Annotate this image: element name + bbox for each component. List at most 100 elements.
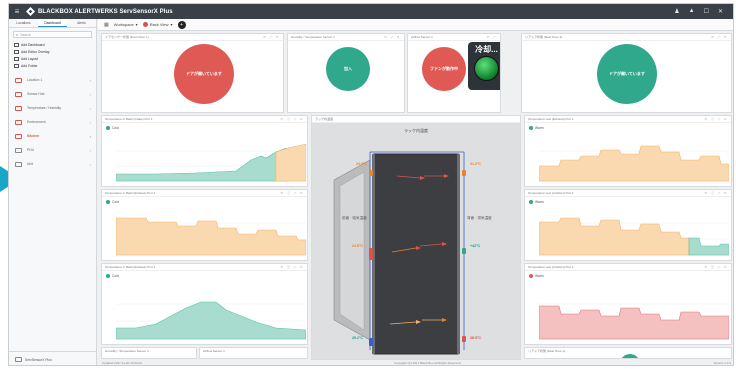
chart-panel-right-top: Temperature rear (Exhaust) Port 1 ⟳ ⓘ ⤢ ✕… [524, 115, 732, 187]
temperature-chart [539, 145, 729, 182]
user-icon[interactable]: ♟ [674, 8, 679, 15]
status-dot-icon [142, 22, 148, 27]
panel-controls-icon[interactable]: ⟳ ⤢ ✕ [711, 34, 728, 40]
panel-controls-icon[interactable]: ⟳ ⓘ ⤢ ✕ [281, 190, 304, 196]
panel-title: Temperature rear (Exhaust) Port 1 [528, 117, 574, 121]
device-icon [15, 77, 22, 83]
mini-panel: リアドア状態 (Rear Door 1) [524, 347, 732, 359]
panel-title: Humidity / Temperature Sensor 1 [105, 349, 149, 353]
device-icon [15, 105, 22, 111]
door-panel-rear: リアドア状態 (Rear Door 1) ⟳ ⤢ ✕ ドアが開いています [521, 33, 732, 113]
rack-diagram [333, 151, 466, 355]
footer: Updated 2017-11-20 10:00:00 Copyright (C… [98, 359, 733, 365]
airflow-status-circle: ファンが動作中 [422, 47, 466, 91]
panel-controls-icon[interactable]: ⟳ ⤢ [487, 34, 497, 40]
chart-legend: Warm [529, 200, 544, 204]
temperature-chart [116, 143, 306, 182]
device-label: PDU [27, 148, 34, 152]
status-text: ドアが開いています [609, 71, 645, 76]
cooling-label: 冷却... [475, 45, 498, 54]
device-item-selected[interactable]: Kitchen › [9, 129, 96, 143]
device-icon [15, 133, 22, 139]
footer-left: Updated 2017-11-20 10:00:00 [102, 361, 142, 365]
legend-dot-icon [106, 200, 110, 204]
add-icon[interactable]: + [177, 20, 186, 29]
chevron-right-icon: › [89, 91, 91, 97]
tab-dashboard[interactable]: Dashboard [38, 19, 67, 27]
device-item[interactable]: Environment › [9, 115, 96, 129]
chevron-right-icon: › [89, 77, 91, 83]
device-label: Sensor Hub [27, 92, 45, 96]
legend-label: Warm [535, 274, 544, 278]
layout-icon [14, 56, 19, 61]
rear-door-status-circle: ドアが開いています [597, 44, 657, 104]
device-item[interactable]: Location 1 › [9, 73, 96, 87]
tab-locations[interactable]: Locations [9, 19, 38, 27]
device-icon [15, 91, 22, 97]
device-icon [15, 161, 22, 167]
app-window: ≡ BLACKBOX ALERTWERKS ServSensorX Plus ♟… [8, 3, 734, 366]
device-list: Location 1 › Sensor Hub › Temperature / Hu… [9, 73, 96, 171]
sidebar-item-add-editor[interactable]: Add Editor Overlay [9, 48, 96, 55]
device-label: Temperature / Humidity [27, 106, 62, 110]
status-text: ドアが開いています [186, 71, 222, 76]
location-selector[interactable]: Workspace ▾ [114, 22, 138, 27]
sidebar-item-add-folder[interactable]: Add Folder [9, 62, 96, 69]
status-label: Rack View [149, 22, 169, 27]
search-icon: ⌕ [16, 32, 19, 37]
green-light-icon [474, 56, 499, 81]
panel-controls-icon[interactable]: ⟳ ⤢ ✕ [384, 34, 401, 40]
sidebar-footer[interactable]: ServSensorX Plus [9, 351, 97, 365]
panel-controls-icon[interactable]: ⟳ ⓘ ⤢ ✕ [705, 190, 728, 196]
panel-controls-icon[interactable]: ⟳ ⓘ ⤢ ✕ [705, 264, 728, 270]
panel-title: リアドア状態 (Rear Door 1) [528, 349, 566, 353]
chart-legend: Warm [529, 274, 544, 278]
legend-dot-icon [529, 126, 533, 130]
chevron-right-icon: › [89, 105, 91, 111]
panel-controls-icon[interactable]: ⟳ ⓘ ⤢ ✕ [281, 264, 304, 270]
panel-title: Airflow Sensor 1 [411, 35, 433, 39]
panel-controls-icon[interactable]: ⟳ ⤢ ✕ [263, 34, 280, 40]
sidebar-item-add-dashboard[interactable]: Add Dashboard [9, 41, 96, 48]
mini-panel: Humidity / Temperature Sensor 1 [101, 347, 197, 359]
sidebar-item-add-layout[interactable]: Add Layout [9, 55, 96, 62]
app-title: BLACKBOX ALERTWERKS ServSensorX Plus [38, 8, 173, 15]
sidebar-item-label: Add Layout [21, 56, 39, 61]
cooling-indicator: 冷却... [468, 42, 500, 90]
legend-label: Warm [535, 126, 544, 130]
device-label: Kitchen [27, 134, 40, 138]
temperature-chart [116, 217, 306, 256]
notification-icon[interactable]: ▲ [689, 8, 695, 15]
device-icon [15, 147, 22, 153]
panel-controls-icon[interactable]: ⟳ ⓘ ⤢ ✕ [281, 116, 304, 122]
folder-icon [14, 63, 19, 68]
legend-label: Cold [112, 274, 119, 278]
rack-view-panel: ラック内温度 ラック内温度 前面 · 吸気温度 背面 · 排気温度 24.5°C… [311, 115, 521, 360]
device-item[interactable]: Temperature / Humidity › [9, 101, 96, 115]
status-selector[interactable]: Rack View ▾ [142, 22, 173, 27]
temperature-chart [539, 303, 729, 340]
close-icon[interactable]: ✕ [718, 8, 723, 15]
sidebar-footer-label: ServSensorX Plus [25, 357, 52, 362]
legend-dot-icon [529, 274, 533, 278]
search-input[interactable]: ⌕ Search [13, 31, 92, 38]
chart-legend: Cold [106, 200, 119, 204]
legend-label: Cold [112, 126, 119, 130]
legend-dot-icon [529, 200, 533, 204]
grid-icon[interactable]: ▦ [104, 22, 109, 28]
status-text: 加入 [344, 66, 352, 71]
device-icon [15, 357, 22, 362]
window-icon[interactable]: ☐ [704, 8, 709, 15]
sidebar-item-label: Add Dashboard [21, 42, 45, 47]
device-item[interactable]: PDU › [9, 143, 96, 157]
rear-top-temp: 31.2°C [470, 162, 482, 166]
device-item[interactable]: Sensor Hub › [9, 87, 96, 101]
legend-label: Cold [112, 200, 119, 204]
tab-alerts[interactable]: Alerts [67, 19, 96, 27]
panel-title: ラック内温度 [315, 117, 334, 121]
panel-controls-icon[interactable]: ⟳ ⓘ ⤢ ✕ [705, 116, 728, 122]
device-item[interactable]: Unit › [9, 157, 96, 171]
legend-dot-icon [106, 126, 110, 130]
mini-panel: Airflow Sensor 1 [199, 347, 308, 359]
menu-icon[interactable]: ≡ [9, 7, 25, 16]
